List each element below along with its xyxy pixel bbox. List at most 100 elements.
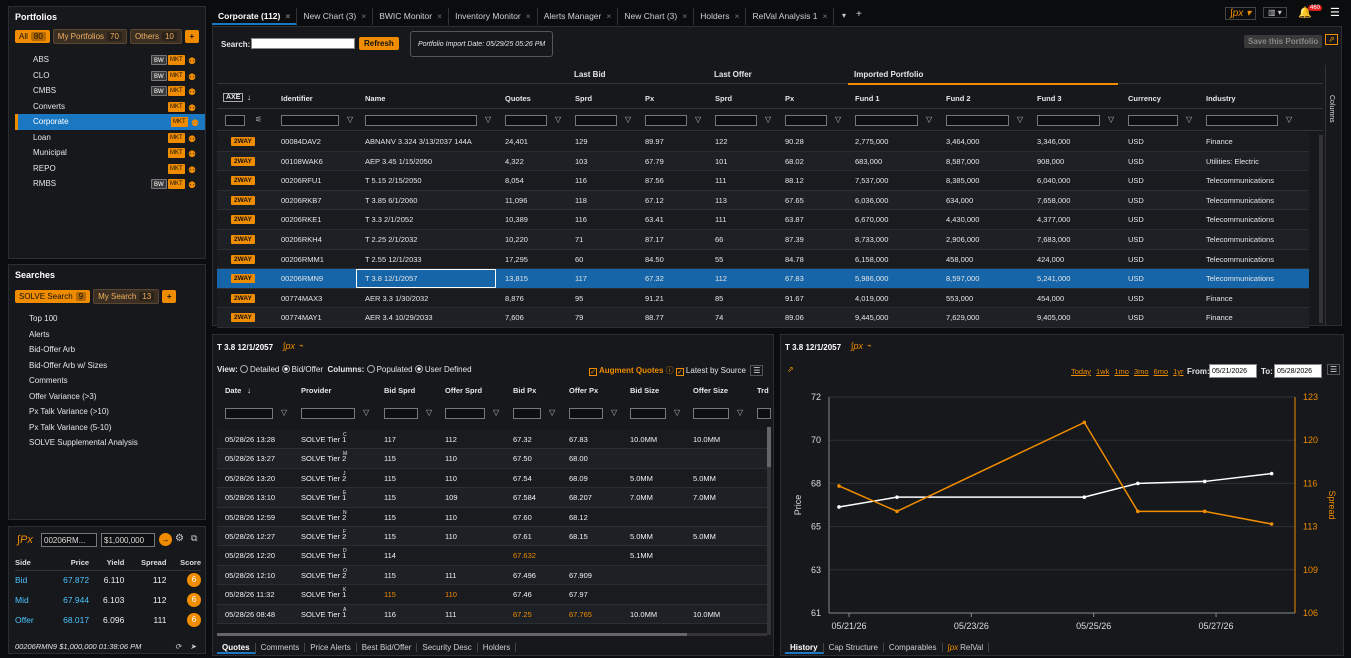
mkt-badge[interactable]: MKT [168,163,185,174]
close-tab-icon[interactable]: × [437,11,442,21]
filter-icon[interactable]: ▽ [485,115,491,124]
quotes-menu-icon[interactable]: ☰ [750,365,764,376]
filter-icon[interactable]: ▽ [426,408,432,417]
from-date-input[interactable] [1209,364,1257,378]
quote-column-header[interactable]: Bid Px [513,386,536,395]
filter-icon[interactable]: ▽ [926,115,932,124]
table-row[interactable]: 2WAY 00774MAX3 AER 3.3 1/30/2032 8,876 95 91.… [217,288,1309,309]
quote-filter-input[interactable] [301,408,355,419]
column-header[interactable]: Sprd [715,94,732,103]
column-filter-input[interactable] [645,115,687,126]
layout-icon[interactable]: ▥ ▾ [1263,7,1287,18]
filter-icon[interactable]: ▽ [347,115,353,124]
quote-row[interactable]: 05/28/26 13:28 SOLVE Tier 1 C 117 112 67.32 67… [217,430,767,450]
size-input[interactable] [101,533,155,547]
quotes-scrollbar[interactable] [767,427,771,635]
bw-badge[interactable]: BW [151,55,167,65]
quote-row[interactable]: 05/28/26 12:10 SOLVE Tier 2 O 115 111 67.496 6… [217,565,767,586]
mkt-badge[interactable]: MKT [168,86,185,96]
mkt-badge[interactable]: MKT [168,148,185,158]
mkt-badge[interactable]: MKT [168,70,185,81]
column-filter-input[interactable] [505,115,547,126]
quote-row[interactable]: 05/28/26 08:48 SOLVE Tier 1 A 116 111 67.25 67… [217,604,767,624]
column-filter-input[interactable] [946,115,1009,126]
filter-icon[interactable]: ▽ [555,115,561,124]
chart-fpx-icon[interactable]: ∫px [851,341,863,351]
latest-checkbox[interactable]: ✓ [675,368,684,376]
axe-badge[interactable]: 2WAY [231,235,255,244]
quotes-tab[interactable]: Price Alerts [305,643,357,652]
range-link[interactable]: Today [1071,367,1091,376]
quote-filter-input[interactable] [693,408,729,419]
series-point[interactable] [895,495,899,499]
tab-item[interactable]: New Chart (3) × [297,8,374,25]
filter-icon[interactable]: ▽ [835,115,841,124]
column-header[interactable]: Quotes [505,94,531,103]
filter-icon[interactable]: ▽ [1286,115,1292,124]
column-filter-input[interactable] [855,115,918,126]
quotes-tab[interactable]: Comments [256,643,306,652]
portfolio-item[interactable]: Corporate MKT ⚉ [15,114,205,130]
quotes-tab[interactable]: Best Bid/Offer [357,643,418,652]
refresh-icon[interactable]: ⟳ [175,642,181,651]
mkt-badge[interactable]: MKT [168,55,185,65]
portfolio-item[interactable]: Loan MKT ⚉ [15,130,205,146]
quote-column-header[interactable]: Bid Sprd [384,386,415,395]
table-row[interactable]: 2WAY 00206RKB7 T 3.85 6/1/2060 11,096 118 67.… [217,190,1309,211]
quote-filter-input[interactable] [384,408,418,419]
pricer-row[interactable]: Mid 67.944 6.103 112 6 [15,590,201,610]
grid-scrollbar[interactable] [1319,135,1323,323]
chart-menu-icon[interactable]: ☰ [1327,364,1341,375]
send-icon[interactable]: ➤ [190,642,196,651]
portfolio-item[interactable]: ABS BW MKT ⚉ [15,52,205,68]
close-tab-icon[interactable]: × [823,11,828,21]
add-search-icon[interactable]: + [162,290,177,303]
quote-row[interactable]: 05/28/26 12:59 SOLVE Tier 2 N 115 110 67.60 68… [217,507,767,527]
column-filter-input[interactable] [281,115,339,126]
series-point[interactable] [1082,495,1087,499]
quote-column-header[interactable]: Provider [301,386,331,395]
search-item[interactable]: Px Talk Variance (>10) [15,404,205,420]
quotes-tab[interactable]: Quotes [217,643,256,654]
menu-icon[interactable]: ☰ [1330,6,1340,19]
export-icon[interactable]: ⇗ [1325,34,1338,45]
gear-icon[interactable]: ⚙ [175,533,184,544]
close-tab-icon[interactable]: × [682,11,687,21]
add-portfolio-icon[interactable]: + [184,30,199,43]
portfolio-chip-0[interactable]: All 80 [15,30,50,43]
portfolio-item[interactable]: CLO BW MKT ⚉ [15,68,205,84]
filter-icon[interactable]: ▽ [625,115,631,124]
column-header[interactable]: Sprd [575,94,592,103]
pricer-row[interactable]: Offer 68.017 6.096 111 6 [15,610,201,630]
bw-badge[interactable]: BW [151,70,167,81]
axe-badge[interactable]: 2WAY [231,215,255,225]
tab-item[interactable]: Alerts Manager × [538,8,619,25]
filter-icon[interactable]: ▽ [695,115,701,124]
portfolio-item[interactable]: Municipal MKT ⚉ [15,145,205,161]
portfolio-item[interactable]: CMBS BW MKT ⚉ [15,83,205,99]
bw-badge[interactable]: BW [151,179,167,189]
chart-tab[interactable]: ∫px RelVal [943,643,990,652]
quote-column-header[interactable]: Offer Size [693,386,728,395]
quote-filter-input[interactable] [225,408,273,419]
column-filter-input[interactable] [1037,115,1100,126]
column-header[interactable]: Fund 3 [1037,94,1062,103]
axe-badge[interactable]: 2WAY [231,156,255,166]
filter-icon[interactable]: ▽ [493,408,499,417]
column-header[interactable]: Identifier [281,94,313,103]
search-chip-1[interactable]: My Search 13 [93,289,160,304]
series-point[interactable] [837,484,841,488]
series-point[interactable] [1136,481,1140,486]
search-item[interactable]: Bid-Offer Arb [15,342,205,358]
table-row[interactable]: 2WAY 00084DAV2 ABNANV 3.324 3/13/2037 144A… [217,132,1309,152]
table-row[interactable]: 2WAY 00206RMN9 T 3.8 12/1/2057 13,815 117 67.… [217,269,1309,289]
table-row[interactable]: 2WAY 00206RKH4 T 2.25 2/1/2032 10,220 71 87.1… [217,230,1309,250]
quote-column-header[interactable]: Trd [757,386,769,395]
popout-icon[interactable]: ⧉ [191,533,197,544]
chart-tab[interactable]: Cap Structure [824,643,884,652]
chart-export-icon[interactable]: ⇗ [787,365,794,374]
range-link[interactable]: 3mo [1134,367,1149,376]
filter-icon[interactable]: ▽ [765,115,771,124]
table-row[interactable]: 2WAY 00206RKE1 T 3.3 2/1/2052 10,389 116 63.4… [217,210,1309,230]
add-tab-icon[interactable]: + [856,9,862,20]
